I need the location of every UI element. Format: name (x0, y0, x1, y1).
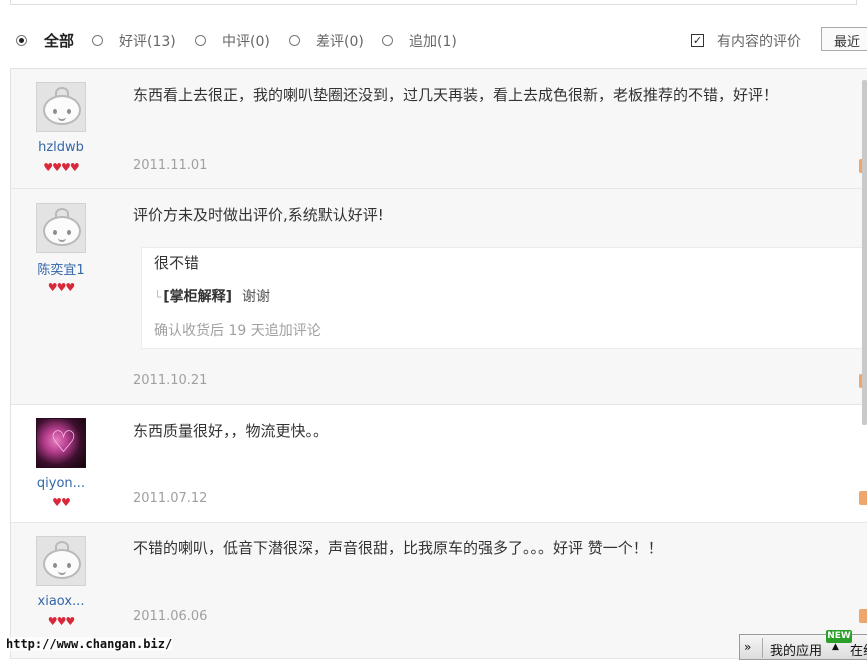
review-item: hzldwb ♥♥♥♥ 东西看上去很正，我的喇叭垫圈还没到，过几天再装，看上去成… (11, 69, 867, 189)
followup-review-box: 很不错 └ [掌柜解释] 谢谢 确认收货后 19 天追加评论 (141, 247, 867, 349)
username-link[interactable]: xiaox... (11, 594, 111, 609)
filter-all-label[interactable]: 全部 (44, 30, 74, 51)
buyer-rank-hearts: ♥♥♥♥ (43, 161, 79, 174)
previous-section-border (10, 0, 857, 5)
report-icon[interactable] (859, 491, 867, 505)
review-list: hzldwb ♥♥♥♥ 东西看上去很正，我的喇叭垫圈还没到，过几天再装，看上去成… (10, 68, 867, 659)
username-link[interactable]: hzldwb (11, 140, 111, 155)
seller-reply-label: [掌柜解释] (163, 289, 233, 305)
review-date: 2011.07.12 (133, 491, 208, 506)
filter-all-radio[interactable] (16, 35, 27, 46)
site-watermark: http://www.changan.biz/ (6, 637, 173, 651)
filter-neutral-label[interactable]: 中评(0) (222, 31, 270, 51)
content-only-label[interactable]: 有内容的评价 (717, 31, 801, 51)
review-text: 不错的喇叭，低音下潜很深，声音很甜，比我原车的强多了。。。好评 赞一个！！ (133, 539, 663, 557)
filter-positive-label[interactable]: 好评(13) (119, 31, 176, 51)
review-item: 陈奕宜1 ♥♥♥ 评价方未及时做出评价,系统默认好评! 很不错 └ [掌柜解释] 谢… (11, 189, 867, 405)
followup-text: 很不错 (154, 254, 200, 272)
new-badge: NEW (826, 630, 852, 643)
review-date: 2011.06.06 (133, 609, 208, 624)
buyer-rank-hearts: ♥♥♥ (47, 281, 76, 294)
my-apps-label[interactable]: 我的应用 (770, 640, 822, 659)
review-text: 东西质量很好，，物流更快。。 (133, 422, 329, 440)
expand-chevron-icon[interactable]: » (744, 640, 751, 654)
seller-reply: └ [掌柜解释] 谢谢 (154, 286, 270, 306)
review-date: 2011.11.01 (133, 158, 208, 173)
review-filter-bar: 全部 好评(13) 中评(0) 差评(0) 追加(1) ✓ 有内容的评价 最近 (0, 26, 867, 56)
review-date: 2011.10.21 (133, 373, 208, 388)
review-item: ♡ qiyon... ♥♥ 东西质量很好，，物流更快。。 2011.07.12 (11, 405, 867, 523)
username-link[interactable]: 陈奕宜1 (11, 259, 111, 278)
report-icon[interactable] (859, 609, 867, 623)
sort-recent-button[interactable]: 最近 (821, 27, 867, 51)
page-scrollbar[interactable] (862, 80, 867, 425)
user-avatar[interactable] (36, 82, 86, 132)
seller-reply-text: 谢谢 (242, 289, 271, 305)
user-avatar[interactable] (36, 203, 86, 253)
online-label[interactable]: 在线 (850, 640, 867, 659)
filter-neutral-radio[interactable] (195, 35, 206, 46)
buyer-rank-hearts: ♥♥ (52, 496, 71, 509)
review-text: 东西看上去很正，我的喇叭垫圈还没到，过几天再装，看上去成色很新，老板推荐的不错，… (133, 86, 779, 104)
review-text: 评价方未及时做出评价,系统默认好评! (133, 206, 384, 224)
filter-negative-label[interactable]: 差评(0) (316, 31, 364, 51)
reply-corner-icon: └ (154, 290, 162, 304)
user-avatar[interactable]: ♡ (36, 418, 86, 468)
filter-followup-radio[interactable] (382, 35, 393, 46)
username-link[interactable]: qiyon... (11, 476, 111, 491)
followup-note: 确认收货后 19 天追加评论 (154, 323, 321, 339)
content-only-checkbox[interactable]: ✓ (691, 34, 704, 47)
caret-up-icon[interactable]: ▲ (832, 642, 839, 652)
heart-icon: ♡ (50, 425, 77, 460)
filter-negative-radio[interactable] (289, 35, 300, 46)
user-avatar[interactable] (36, 536, 86, 586)
filter-followup-label[interactable]: 追加(1) (409, 31, 457, 51)
buyer-rank-hearts: ♥♥♥ (47, 615, 76, 628)
filter-positive-radio[interactable] (92, 35, 103, 46)
